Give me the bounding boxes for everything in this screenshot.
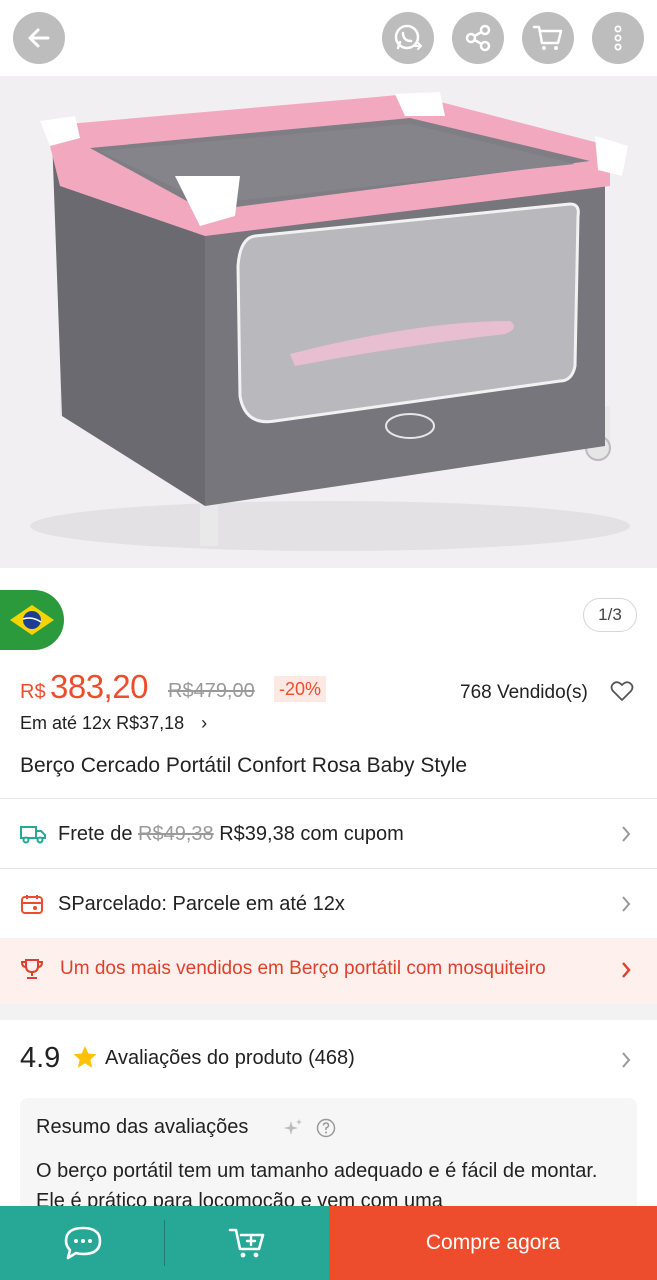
divider bbox=[0, 868, 657, 869]
top-bar bbox=[0, 0, 657, 76]
whatsapp-share-icon bbox=[394, 24, 423, 50]
cart-button[interactable] bbox=[522, 12, 574, 64]
discount-badge: -20% bbox=[274, 676, 327, 702]
chevron-right-icon bbox=[622, 962, 631, 978]
product-image-gallery[interactable] bbox=[0, 76, 657, 568]
installment-prefix: Em até bbox=[20, 713, 78, 733]
summary-title: Resumo das avaliações bbox=[36, 1116, 249, 1138]
calendar-card-icon bbox=[21, 895, 43, 914]
divider bbox=[0, 798, 657, 799]
share-button[interactable] bbox=[452, 12, 504, 64]
review-summary-card: Resumo das avaliações O berço portátil t… bbox=[20, 1098, 637, 1218]
truck-icon bbox=[20, 826, 46, 844]
back-button[interactable] bbox=[13, 12, 65, 64]
product-rating-row[interactable]: 4.9 Avaliações do produto (468) bbox=[0, 1020, 657, 1096]
image-counter: 1/3 bbox=[583, 598, 637, 632]
star-icon bbox=[73, 1046, 97, 1068]
buy-now-button[interactable]: Compre agora bbox=[329, 1206, 657, 1280]
shipping-old-price: R$49,38 bbox=[138, 822, 214, 845]
cart-icon bbox=[532, 25, 563, 50]
chevron-right-icon: › bbox=[201, 713, 208, 733]
rating-count: (468) bbox=[308, 1047, 355, 1069]
section-gap bbox=[0, 1004, 657, 1020]
share-icon bbox=[465, 24, 491, 52]
sold-count: 768 Vendido(s) bbox=[460, 682, 588, 703]
more-button[interactable] bbox=[592, 12, 644, 64]
rating-label: Avaliações do produto bbox=[105, 1047, 303, 1069]
installment-value: 12x R$37,18 bbox=[82, 713, 185, 733]
currency-symbol: R$ bbox=[20, 681, 46, 703]
sparkle-icon bbox=[284, 1119, 302, 1135]
price-row: R$ 383,20 R$479,00 -20% 768 Vendido(s) bbox=[20, 668, 640, 708]
add-to-cart-icon bbox=[228, 1228, 265, 1258]
chat-button[interactable] bbox=[0, 1206, 165, 1280]
whatsapp-share-button[interactable] bbox=[382, 12, 434, 64]
arrow-left-icon bbox=[28, 28, 50, 48]
shipping-row[interactable]: Frete de R$49,38 R$39,38 com cupom bbox=[0, 800, 657, 868]
original-price: R$479,00 bbox=[168, 680, 255, 702]
brazil-flag-icon bbox=[10, 605, 54, 635]
chat-icon bbox=[64, 1226, 101, 1260]
help-icon[interactable] bbox=[316, 1118, 336, 1138]
chevron-right-icon bbox=[622, 896, 631, 912]
installment-row[interactable]: Em até 12x R$37,18 › bbox=[20, 713, 207, 734]
trophy-icon bbox=[20, 959, 44, 979]
brazil-flag-badge bbox=[0, 590, 64, 650]
shipping-label: Frete de bbox=[58, 822, 133, 845]
chevron-right-icon bbox=[622, 1052, 631, 1068]
best-seller-label: Um dos mais vendidos em Berço portátil c… bbox=[60, 958, 546, 979]
rating-score: 4.9 bbox=[20, 1042, 61, 1074]
product-image bbox=[0, 76, 657, 568]
add-to-cart-button[interactable] bbox=[165, 1206, 329, 1280]
sparcelado-label: SParcelado: Parcele em até 12x bbox=[58, 892, 345, 915]
heart-icon[interactable] bbox=[610, 680, 634, 702]
sparcelado-row[interactable]: SParcelado: Parcele em até 12x bbox=[0, 870, 657, 938]
best-seller-banner[interactable]: Um dos mais vendidos em Berço portátil c… bbox=[0, 938, 657, 1004]
bottom-action-bar: Compre agora bbox=[0, 1206, 657, 1280]
chevron-right-icon bbox=[622, 826, 631, 842]
shipping-new-price: R$39,38 com cupom bbox=[219, 822, 404, 845]
more-vertical-icon bbox=[614, 25, 622, 51]
current-price: 383,20 bbox=[50, 668, 148, 705]
product-title: Berço Cercado Portátil Confort Rosa Baby… bbox=[20, 754, 468, 777]
